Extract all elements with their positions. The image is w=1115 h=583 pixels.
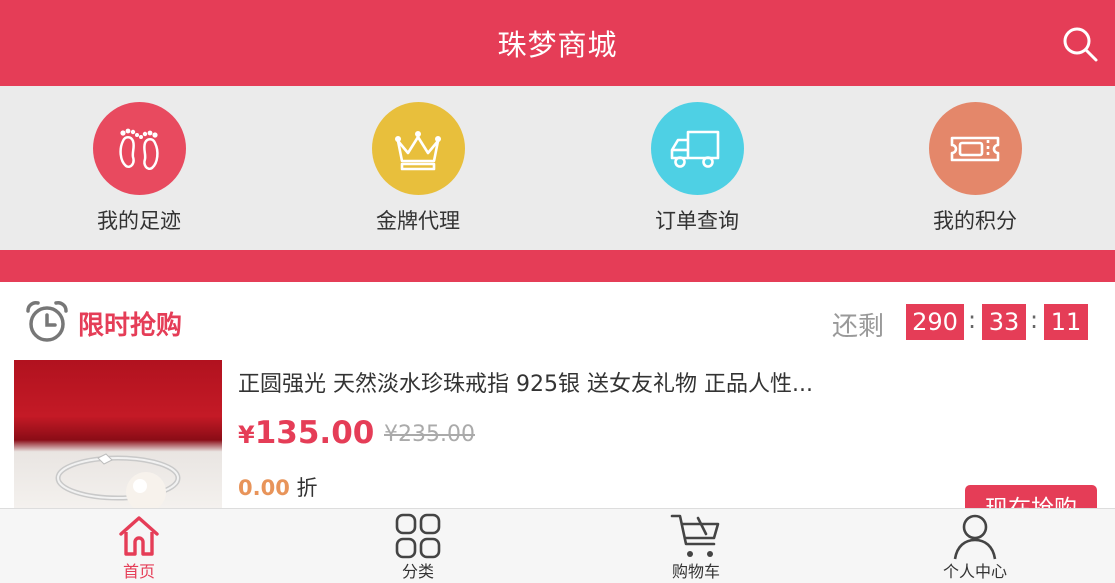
flash-sale-product[interactable]: 正圆强光 天然淡水珍珠戒指 925银 送女友礼物 正品人性... ¥135.00…	[0, 360, 1115, 508]
flash-sale-title: 限时抢购	[78, 311, 183, 341]
cart-icon	[670, 514, 720, 557]
footprints-icon	[119, 128, 159, 170]
tab-label: 个人中心	[942, 562, 1007, 581]
tab-label: 首页	[122, 562, 155, 581]
price-value: 135.00	[254, 415, 375, 451]
nav-label: 金牌代理	[376, 209, 460, 233]
search-icon[interactable]	[1060, 24, 1100, 64]
tab-home[interactable]: 首页	[59, 509, 219, 583]
nav-item-footprints[interactable]: 我的足迹	[39, 102, 239, 235]
countdown-separator: :	[968, 306, 977, 334]
nav-label: 我的足迹	[97, 209, 181, 233]
currency-symbol: ¥	[238, 421, 255, 449]
nav-item-order-query[interactable]: 订单查询	[597, 102, 797, 235]
user-icon	[953, 514, 997, 560]
countdown-separator: :	[1030, 306, 1039, 334]
remaining-label: 还剩	[832, 312, 885, 342]
crown-icon	[395, 130, 441, 170]
nav-circle	[92, 102, 186, 195]
ticket-icon	[950, 136, 1000, 161]
nav-circle	[371, 102, 465, 195]
nav-circle	[650, 102, 744, 195]
tab-label: 购物车	[671, 562, 720, 581]
page-title: 珠梦商城	[497, 28, 618, 62]
nav-label: 我的积分	[933, 209, 1017, 233]
section-divider-band	[0, 250, 1115, 282]
countdown-hours: 290	[906, 304, 964, 340]
tab-label: 分类	[401, 562, 434, 581]
category-grid-icon	[395, 513, 441, 559]
nav-label: 订单查询	[655, 209, 739, 233]
discount-unit: 折	[296, 476, 318, 500]
original-price: ¥235.00	[384, 422, 475, 447]
countdown-seconds: 11	[1044, 304, 1088, 340]
nav-circle	[928, 102, 1022, 195]
countdown-minutes: 33	[982, 304, 1026, 340]
nav-item-gold-agent[interactable]: 金牌代理	[318, 102, 518, 235]
app-header: 珠梦商城	[0, 0, 1115, 86]
discount-info: 0.00 折	[238, 472, 318, 502]
product-image[interactable]	[14, 360, 222, 508]
buy-now-button[interactable]: 现在抢购	[965, 485, 1097, 508]
tab-profile[interactable]: 个人中心	[895, 509, 1055, 583]
current-price: ¥135.00	[238, 415, 374, 451]
nav-item-my-points[interactable]: 我的积分	[875, 102, 1075, 235]
product-name[interactable]: 正圆强光 天然淡水珍珠戒指 925银 送女友礼物 正品人性...	[238, 366, 813, 398]
quick-nav: 我的足迹 金牌代理 订单查询 我的积分	[0, 86, 1115, 250]
flash-sale-section: 限时抢购 还剩 290 : 33 : 11 正圆强光 天然淡水珍珠戒指 925银…	[0, 282, 1115, 508]
tab-cart[interactable]: 购物车	[616, 509, 776, 583]
bottom-tab-bar: 首页 分类 购物车 个人中心	[0, 508, 1115, 583]
clock-icon	[26, 301, 68, 342]
tab-category[interactable]: 分类	[338, 509, 498, 583]
truck-icon	[670, 130, 720, 168]
home-icon	[119, 516, 159, 556]
flash-sale-header: 限时抢购 还剩 290 : 33 : 11	[0, 282, 1115, 360]
discount-value: 0.00	[238, 476, 290, 500]
